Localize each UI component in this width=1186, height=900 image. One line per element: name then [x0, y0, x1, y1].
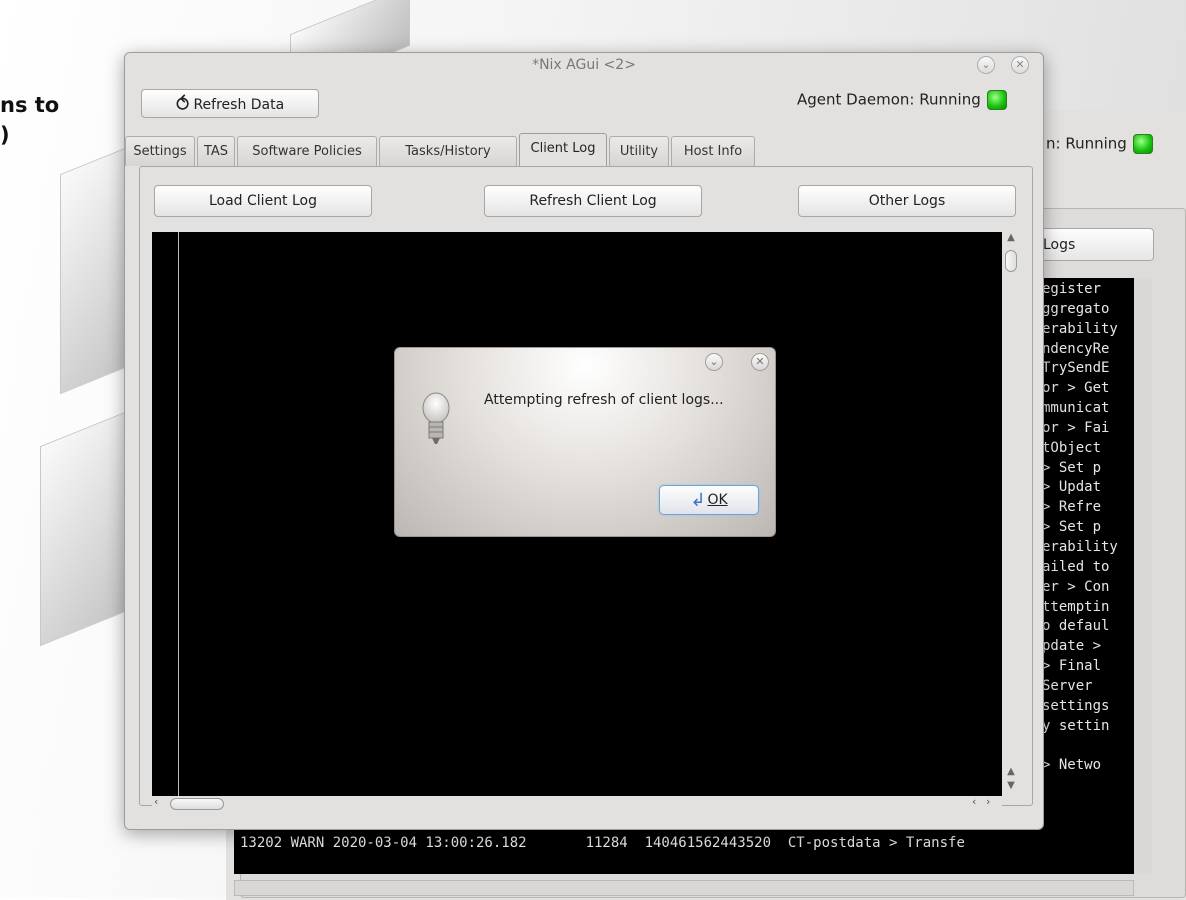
- minimize-icon[interactable]: ⌄: [705, 353, 723, 371]
- refresh-data-label: Refresh Data: [193, 96, 285, 113]
- horizontal-scroll-thumb[interactable]: [170, 798, 224, 810]
- background-text-line: ns to: [0, 93, 60, 117]
- background-log-line: > Set p: [1042, 519, 1102, 536]
- background-log-line: ailed to: [1042, 558, 1110, 575]
- background-log-line: erability: [1042, 538, 1118, 555]
- background-log-line: pdate >: [1042, 638, 1102, 655]
- background-log-line: o defaul: [1042, 618, 1110, 635]
- tab-tasks-history[interactable]: Tasks/History: [379, 136, 517, 166]
- ok-label: OK: [707, 491, 728, 508]
- background-log-line: y settin: [1042, 717, 1110, 734]
- dialog-message: Attempting refresh of client logs...: [484, 392, 724, 408]
- close-icon[interactable]: ✕: [1011, 56, 1029, 74]
- background-log-line: tObject: [1042, 439, 1102, 456]
- background-agent-status: n: Running: [1046, 134, 1153, 154]
- agent-status-text: n: Running: [1046, 134, 1127, 153]
- background-log-line: egister: [1042, 281, 1102, 297]
- background-horizontal-scrollbar[interactable]: [234, 880, 1134, 896]
- scroll-right-icon[interactable]: ›: [986, 795, 990, 808]
- tab-client-log[interactable]: Client Log: [519, 133, 607, 167]
- load-client-log-button[interactable]: Load Client Log: [154, 185, 372, 217]
- background-log-lines: egister ggregato erability ndencyRe TrySendE…: [1042, 280, 1138, 776]
- background-log-line: > Refre: [1042, 499, 1102, 516]
- agent-status-text: Agent Daemon: Running: [797, 90, 981, 109]
- tab-host-info[interactable]: Host Info: [671, 136, 755, 166]
- scroll-left-icon[interactable]: ‹: [154, 795, 158, 808]
- ok-button[interactable]: ↲ OK: [659, 485, 759, 515]
- background-text-line: ): [0, 123, 10, 147]
- other-logs-button[interactable]: Logs: [1026, 228, 1154, 261]
- background-log-line: > Updat: [1042, 479, 1102, 496]
- background-log-row: 13202 WARN 2020-03-04 13:00:26.182 11284…: [240, 835, 965, 851]
- refresh-icon: ⥀: [175, 91, 190, 116]
- window-title: *Nix AGui <2>: [532, 57, 636, 73]
- status-led-icon: [986, 90, 1007, 110]
- tab-utility[interactable]: Utility: [609, 136, 669, 166]
- background-log-line: TrySendE: [1042, 360, 1110, 377]
- line-number-divider: [178, 232, 179, 796]
- background-log-line: or > Fai: [1042, 419, 1110, 436]
- vertical-scroll-thumb[interactable]: [1005, 250, 1017, 272]
- scroll-down-icon[interactable]: ▼: [1002, 780, 1020, 791]
- scroll-up-icon[interactable]: ▲: [1002, 766, 1020, 777]
- enter-icon: ↲: [690, 489, 706, 511]
- background-log-line: ttemptin: [1042, 598, 1110, 615]
- refresh-data-button[interactable]: ⥀ Refresh Data: [141, 89, 319, 118]
- title-bar[interactable]: *Nix AGui <2> ⌄ ✕: [125, 53, 1043, 79]
- background-vertical-scrollbar[interactable]: [1134, 278, 1152, 874]
- background-log-line: mmunicat: [1042, 400, 1110, 417]
- scroll-left-icon[interactable]: ‹: [972, 795, 976, 808]
- refresh-client-log-button[interactable]: Refresh Client Log: [484, 185, 702, 217]
- background-log-line: settings: [1042, 697, 1110, 714]
- background-log-line: or > Get: [1042, 380, 1110, 397]
- tab-software-policies[interactable]: Software Policies: [237, 136, 377, 166]
- status-led-icon: [1132, 134, 1153, 154]
- minimize-icon[interactable]: ⌄: [977, 56, 995, 74]
- tab-settings[interactable]: Settings: [125, 136, 195, 166]
- background-log-line: [1042, 736, 1138, 756]
- background-log-line: ndencyRe: [1042, 340, 1110, 357]
- refresh-dialog: ⌄ ✕ Attempting refresh of client logs...…: [394, 347, 776, 537]
- background-log-line: > Netwo: [1042, 757, 1102, 774]
- background-log-line: > Final: [1042, 658, 1102, 675]
- background-log-line: er > Con: [1042, 578, 1110, 595]
- background-log-line: erability: [1042, 320, 1118, 337]
- vertical-scrollbar[interactable]: ▲ ▲ ▼: [1002, 232, 1020, 796]
- background-log-line: ggregato: [1042, 300, 1110, 317]
- scroll-up-icon[interactable]: ▲: [1002, 232, 1020, 243]
- close-icon[interactable]: ✕: [751, 353, 769, 371]
- other-logs-button[interactable]: Other Logs: [798, 185, 1016, 217]
- background-log-line: > Set p: [1042, 459, 1102, 476]
- lightbulb-icon: [422, 392, 450, 444]
- background-log-line: Server: [1042, 677, 1093, 694]
- horizontal-scrollbar[interactable]: ‹ ‹ ›: [152, 795, 1002, 811]
- tab-tas[interactable]: TAS: [197, 136, 235, 166]
- background-text: ns to ): [0, 90, 59, 150]
- agent-daemon-status: Agent Daemon: Running: [797, 90, 1007, 110]
